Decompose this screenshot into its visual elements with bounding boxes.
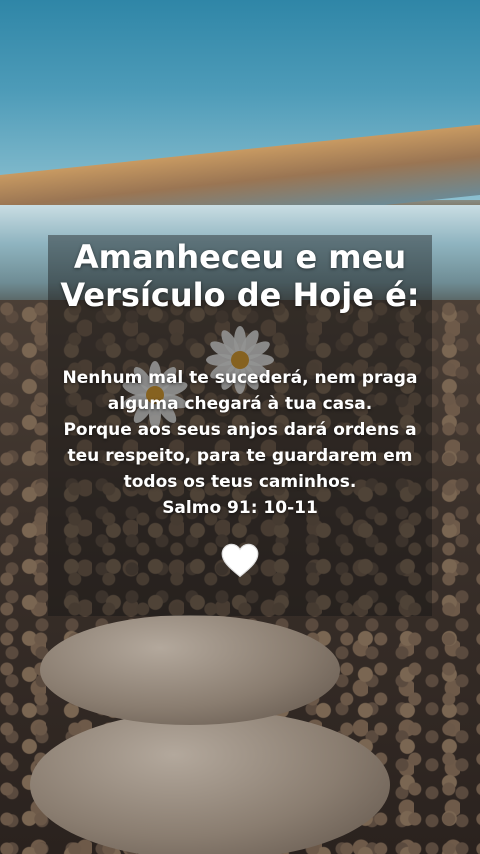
verse-line-3: Porque aos seus anjos dará ordens a <box>63 420 417 440</box>
stone-bottom <box>30 710 390 854</box>
headline-line-2: Versículo de Hoje é: <box>60 276 420 314</box>
verse-line-1: Nenhum mal te sucederá, nem praga <box>62 368 418 388</box>
stone-middle <box>40 615 340 725</box>
verse-reference: Salmo 91: 10-11 <box>162 498 318 518</box>
verse-line-2: alguma chegará à tua casa. <box>107 394 373 414</box>
verse-text: Nenhum mal te sucederá, nem praga alguma… <box>55 365 425 521</box>
background-photo: Amanheceu e meu Versículo de Hoje é: Nen… <box>0 0 480 854</box>
headline: Amanheceu e meu Versículo de Hoje é: <box>48 238 432 314</box>
verse-line-5: todos os teus caminhos. <box>123 472 357 492</box>
headline-line-1: Amanheceu e meu <box>73 238 407 276</box>
stacked-stones <box>30 600 390 854</box>
white-heart-icon <box>221 543 259 578</box>
verse-line-4: teu respeito, para te guardarem em <box>67 446 413 466</box>
